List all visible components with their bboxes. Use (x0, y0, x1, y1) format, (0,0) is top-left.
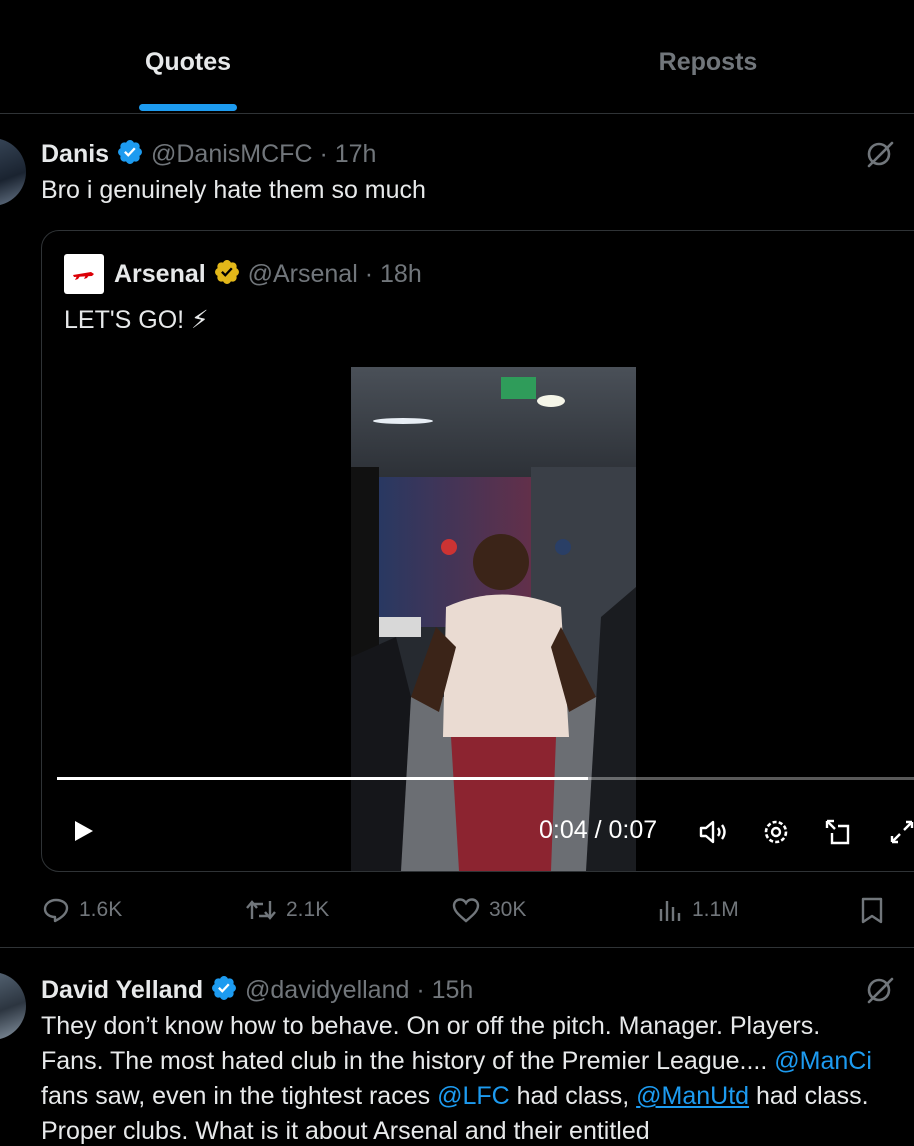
post-text-line: Proper clubs. What is it about Arsenal a… (41, 1117, 650, 1145)
post-text-line: They don’t know how to behave. On or off… (41, 1012, 821, 1040)
reply-button[interactable]: 1.6K (41, 895, 122, 925)
views-button[interactable]: 1.1M (656, 895, 739, 925)
author-handle[interactable]: @DanisMCFC (151, 140, 313, 168)
tab-quotes[interactable]: Quotes (108, 48, 268, 77)
views-count: 1.1M (692, 898, 739, 921)
grok-icon[interactable] (865, 139, 895, 174)
video-thumbnail[interactable] (351, 367, 636, 871)
tab-bar: Quotes Reposts (0, 0, 914, 114)
repost-icon (246, 900, 276, 920)
mention-link[interactable]: @ManUtd (636, 1082, 749, 1110)
post-text-segment: fans saw, even in the tightest races (41, 1082, 438, 1110)
post-time[interactable]: · 15h (416, 976, 473, 1004)
post-text-segment: Fans. The most hated club in the history… (41, 1047, 775, 1075)
post-text-segment: had class. (749, 1082, 869, 1110)
mention-link[interactable]: @LFC (437, 1082, 510, 1110)
post-text-line: fans saw, even in the tightest races @LF… (41, 1082, 869, 1111)
post-text-line: Fans. The most hated club in the history… (41, 1047, 872, 1076)
quoted-author-name[interactable]: Arsenal (114, 260, 206, 288)
like-button[interactable]: 30K (451, 895, 526, 925)
quoted-post-card[interactable]: Arsenal @Arsenal · 18h LET'S GO! ⚡ 0:04 … (41, 230, 914, 872)
like-icon (452, 898, 480, 923)
post-actions: 1.6K 2.1K 30K 1.1M (0, 895, 914, 925)
quoted-post-text: LET'S GO! ⚡ (64, 306, 209, 334)
author-handle[interactable]: @davidyelland (245, 976, 409, 1004)
reply-count: 1.6K (79, 898, 123, 921)
author-name[interactable]: David Yelland (41, 976, 203, 1004)
like-count: 30K (489, 898, 527, 921)
verified-badge-icon (210, 974, 238, 1009)
mention-link[interactable]: @ManCi (774, 1047, 872, 1075)
repost-button[interactable]: 2.1K (244, 895, 329, 925)
verified-badge-icon (116, 138, 144, 173)
popout-icon[interactable] (822, 816, 854, 853)
settings-icon[interactable] (760, 816, 792, 853)
arsenal-logo[interactable] (64, 254, 104, 294)
tab-reposts[interactable]: Reposts (628, 48, 788, 77)
author-name[interactable]: Danis (41, 140, 109, 168)
reply-icon (43, 898, 69, 923)
video-progress-fill (57, 777, 588, 780)
views-icon (659, 901, 681, 921)
fullscreen-icon[interactable] (888, 818, 914, 851)
post-time[interactable]: · 17h (319, 140, 376, 168)
grok-icon[interactable] (865, 975, 895, 1010)
repost-count: 2.1K (286, 898, 330, 921)
avatar[interactable] (0, 972, 26, 1040)
bookmark-button[interactable] (858, 895, 886, 925)
video-time-display: 0:04 / 0:07 (539, 816, 658, 844)
active-tab-indicator (139, 104, 237, 111)
bookmark-icon (861, 897, 883, 924)
post-text: Bro i genuinely hate them so much (41, 176, 426, 204)
post-divider (0, 947, 914, 948)
volume-icon[interactable] (696, 815, 730, 854)
avatar[interactable] (0, 138, 26, 206)
quoted-post-time: · 18h (364, 260, 422, 289)
verified-badge-icon (213, 258, 241, 293)
play-icon[interactable] (70, 818, 96, 849)
post-text-segment: had class, (509, 1082, 637, 1110)
quoted-author-handle[interactable]: @Arsenal (248, 260, 358, 288)
